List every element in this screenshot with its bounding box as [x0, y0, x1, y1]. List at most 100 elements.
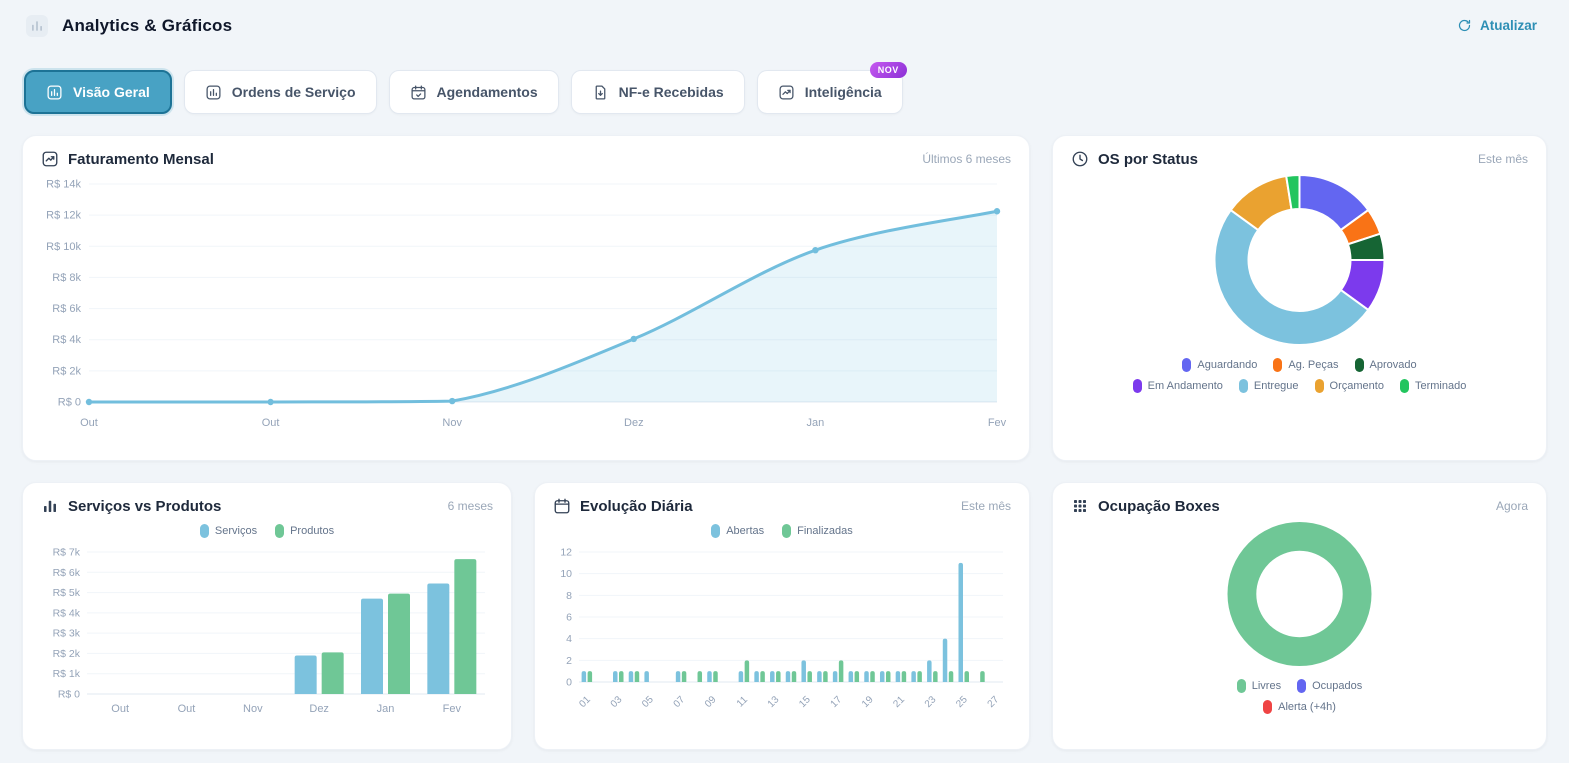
- svg-text:21: 21: [891, 694, 907, 710]
- donut-chart-svg: [1213, 173, 1386, 346]
- svg-text:R$ 3k: R$ 3k: [53, 628, 81, 640]
- calendar-check-icon: [410, 84, 427, 101]
- legend-marker: [275, 523, 285, 538]
- legend-marker: [1273, 358, 1283, 372]
- svg-text:Dez: Dez: [309, 703, 329, 715]
- line-chart-svg: R$ 0 R$ 2k R$ 4k R$ 6k R$ 8k R$ 10k R$ 12k R$ 1…: [46, 179, 1007, 430]
- svg-text:R$ 2k: R$ 2k: [52, 365, 81, 377]
- os-status-donut-chart: [1071, 172, 1528, 348]
- donut-chart-svg: [1227, 522, 1372, 666]
- legend-item[interactable]: Terminado: [1399, 379, 1466, 393]
- legend-marker: [711, 523, 721, 538]
- tab-nfe-recebidas[interactable]: NF-e Recebidas: [570, 70, 745, 114]
- svg-text:8: 8: [566, 590, 572, 602]
- legend-item[interactable]: Aguardando: [1182, 358, 1257, 372]
- legend-item[interactable]: Orçamento: [1314, 379, 1384, 393]
- legend-item[interactable]: Alerta (+4h): [1263, 700, 1336, 714]
- legend-item[interactable]: Finalizadas: [782, 521, 853, 540]
- legend-label: Finalizadas: [797, 524, 853, 537]
- calendar-icon: [553, 497, 571, 515]
- servicos-produtos-bar-chart: R$ 0 R$ 1k R$ 2k R$ 3k R$ 4k R$ 5k R$ 6k R$ 7k O…: [41, 540, 493, 720]
- legend-item[interactable]: Produtos: [275, 521, 334, 540]
- legend-item[interactable]: Entregue: [1238, 379, 1299, 393]
- card-ocupacao-boxes: Ocupação Boxes Agora Livres Ocupados Alert…: [1052, 482, 1547, 750]
- legend-item[interactable]: Ocupados: [1297, 679, 1362, 693]
- card-header: Ocupação Boxes Agora: [1071, 497, 1528, 515]
- svg-text:Nov: Nov: [243, 703, 263, 715]
- svg-text:27: 27: [986, 694, 1002, 710]
- tab-label: NF-e Recebidas: [618, 84, 724, 100]
- new-badge: NOV: [869, 62, 907, 78]
- legend-label: Alerta (+4h): [1278, 701, 1336, 713]
- os-status-legend: Aguardando Ag. Peças Aprovado Em Andamento E…: [1130, 358, 1470, 393]
- tab-label: Agendamentos: [436, 84, 538, 100]
- card-title: OS por Status: [1098, 150, 1199, 168]
- ocupacao-donut-chart: [1071, 519, 1528, 669]
- page-title: Analytics & Gráficos: [62, 15, 233, 35]
- evolucao-diaria-bar-chart: 0 2 4 6 8 10 12 01 03 05 07 09 11 13 15 17 19 21 23 25 27: [553, 540, 1011, 720]
- legend-marker: [1314, 379, 1324, 393]
- svg-text:Jan: Jan: [377, 703, 395, 715]
- faturamento-line-chart: R$ 0 R$ 2k R$ 4k R$ 6k R$ 8k R$ 10k R$ 12k R$ 1…: [41, 172, 1011, 434]
- card-servicos-vs-produtos: Serviços vs Produtos 6 meses Serviços Pro…: [22, 482, 512, 750]
- tab-inteligencia[interactable]: Inteligência NOV: [756, 62, 907, 114]
- svg-text:09: 09: [703, 694, 719, 710]
- legend-marker: [1182, 358, 1192, 372]
- tab-label: Inteligência: [804, 84, 882, 100]
- svg-text:12: 12: [560, 547, 572, 559]
- tab-label: Visão Geral: [73, 84, 150, 100]
- refresh-icon: [1457, 18, 1472, 33]
- legend-marker: [1236, 679, 1246, 693]
- card-faturamento-mensal: Faturamento Mensal Últimos 6 meses R$ 0R…: [22, 135, 1030, 461]
- legend-marker: [1399, 379, 1409, 393]
- refresh-button[interactable]: Atualizar: [1451, 14, 1543, 37]
- card-header: OS por Status Este mês: [1071, 150, 1528, 168]
- legend-item[interactable]: Em Andamento: [1132, 379, 1223, 393]
- legend-label: Entregue: [1253, 380, 1299, 392]
- analytics-dashboard: Analytics & Gráficos Atualizar Visão Ger…: [0, 0, 1569, 750]
- legend-label: Serviços: [214, 524, 258, 537]
- legend-marker: [1297, 679, 1307, 693]
- svg-text:17: 17: [829, 694, 845, 710]
- svg-text:R$ 8k: R$ 8k: [52, 272, 81, 284]
- svg-text:R$ 0: R$ 0: [58, 397, 81, 409]
- tab-agendamentos[interactable]: Agendamentos: [388, 70, 559, 114]
- legend-item[interactable]: Ag. Peças: [1273, 358, 1339, 372]
- trend-up-icon: [778, 84, 795, 101]
- svg-text:R$ 5k: R$ 5k: [53, 587, 81, 599]
- card-os-por-status: OS por Status Este mês Aguardando Ag. Peç…: [1052, 135, 1547, 461]
- svg-text:15: 15: [797, 694, 813, 710]
- card-title: Evolução Diária: [580, 497, 693, 515]
- svg-text:4: 4: [566, 633, 572, 645]
- svg-text:23: 23: [923, 694, 939, 710]
- card-subtitle: Agora: [1495, 499, 1528, 513]
- chart-bars-icon: [46, 84, 63, 101]
- card-subtitle: Últimos 6 meses: [922, 152, 1011, 166]
- ocupacao-legend: Livres Ocupados Alerta (+4h): [1195, 679, 1405, 714]
- legend-label: Ag. Peças: [1288, 359, 1339, 371]
- legend-marker: [199, 523, 209, 538]
- legend-item[interactable]: Livres: [1236, 679, 1281, 693]
- legend-item[interactable]: Aprovado: [1354, 358, 1417, 372]
- card-header: Serviços vs Produtos 6 meses: [41, 497, 493, 515]
- svg-text:2: 2: [566, 655, 572, 667]
- legend-item[interactable]: Abertas: [711, 521, 764, 540]
- svg-text:05: 05: [640, 694, 656, 710]
- legend-label: Em Andamento: [1147, 380, 1223, 392]
- svg-text:13: 13: [766, 694, 782, 710]
- card-subtitle: 6 meses: [447, 499, 493, 513]
- bar-chart-svg: R$ 0 R$ 1k R$ 2k R$ 3k R$ 4k R$ 5k R$ 6k R$ 7k O…: [53, 547, 485, 715]
- svg-text:Fev: Fev: [988, 417, 1007, 429]
- analytics-page-icon: [26, 14, 48, 37]
- grid-boxes-icon: [1071, 497, 1089, 515]
- svg-text:R$ 10k: R$ 10k: [46, 241, 81, 253]
- tab-ordens-servico[interactable]: Ordens de Serviço: [183, 70, 377, 114]
- legend-marker: [1238, 379, 1248, 393]
- mini-bars-icon: [41, 497, 59, 515]
- tab-visao-geral[interactable]: Visão Geral: [24, 70, 172, 114]
- svg-text:Jan: Jan: [807, 417, 825, 429]
- tab-bar: Visão Geral Ordens de Serviço Agendament…: [24, 62, 1545, 114]
- topbar-left: Analytics & Gráficos: [26, 14, 233, 37]
- svg-text:Out: Out: [111, 703, 129, 715]
- legend-item[interactable]: Serviços: [199, 521, 258, 540]
